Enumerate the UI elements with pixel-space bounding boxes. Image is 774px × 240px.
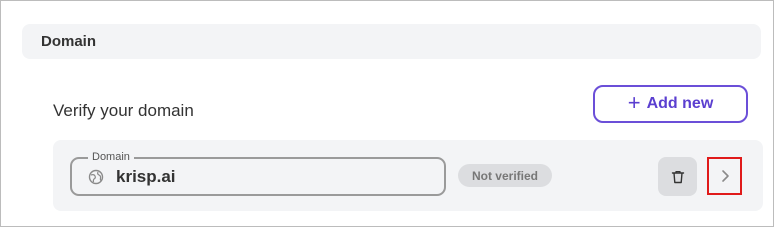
add-new-label: Add new bbox=[646, 95, 714, 112]
add-new-button[interactable]: + Add new bbox=[593, 85, 748, 123]
domain-field-value: krisp.ai bbox=[116, 167, 176, 186]
plus-icon: + bbox=[627, 90, 641, 115]
status-badge: Not verified bbox=[458, 164, 552, 187]
verify-domain-heading: Verify your domain bbox=[53, 101, 194, 120]
trash-icon bbox=[671, 170, 684, 183]
status-badge-label: Not verified bbox=[471, 168, 538, 183]
domain-list-item: Domain krisp.ai Not verified bbox=[53, 140, 763, 211]
domain-field-label: Domain bbox=[88, 150, 134, 164]
globe-icon bbox=[88, 169, 104, 185]
domain-settings-panel: Domain Verify your domain + Add new Doma… bbox=[0, 0, 774, 227]
delete-domain-button[interactable] bbox=[658, 157, 697, 196]
section-title: Domain bbox=[41, 33, 97, 50]
chevron-right-icon bbox=[721, 170, 729, 182]
open-domain-button[interactable] bbox=[707, 157, 742, 195]
domain-field[interactable]: Domain krisp.ai bbox=[70, 150, 446, 196]
section-header: Domain bbox=[22, 24, 761, 59]
